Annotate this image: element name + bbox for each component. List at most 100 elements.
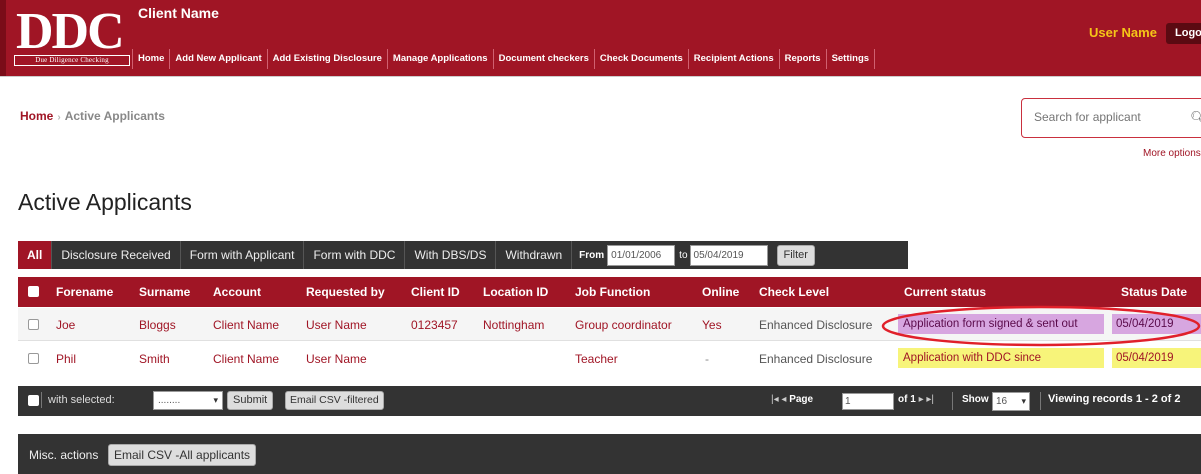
top-header: DDC Due Diligence Checking Client Name H… — [0, 0, 1201, 76]
from-label: From — [579, 249, 605, 261]
cell-forename[interactable]: Joe — [56, 318, 75, 332]
to-label: to — [679, 249, 688, 261]
page-count-label: of 1 ▸ ▸| — [898, 394, 934, 405]
cell-online: - — [705, 352, 709, 366]
main-nav: Home Add New Applicant Add Existing Disc… — [132, 49, 876, 69]
pager-first-prev-icon[interactable]: |◂ ◂ — [771, 394, 786, 405]
tab-form-with-ddc[interactable]: Form with DDC — [304, 241, 406, 269]
user-name[interactable]: User Name — [1089, 25, 1157, 40]
col-location-id[interactable]: Location ID — [483, 285, 548, 299]
col-account[interactable]: Account — [213, 285, 261, 299]
bulk-action-select[interactable]: ........ ▾ — [153, 391, 223, 410]
cell-surname[interactable]: Bloggs — [139, 318, 176, 332]
cell-status-date: 05/04/2019 — [1112, 348, 1201, 368]
select-all-checkbox[interactable] — [28, 286, 39, 297]
cell-check-level: Enhanced Disclosure — [759, 352, 873, 366]
row-checkbox[interactable] — [28, 353, 39, 364]
status-tabs-bar: All Disclosure Received Form with Applic… — [18, 241, 908, 269]
cell-account: Client Name — [213, 318, 280, 332]
nav-home[interactable]: Home — [132, 49, 171, 69]
cell-surname[interactable]: Smith — [139, 352, 170, 366]
email-csv-all-button[interactable]: Email CSV -All applicants — [108, 444, 257, 466]
col-status-date[interactable]: Status Date — [1121, 285, 1187, 299]
header-divider — [0, 76, 1201, 77]
logout-button[interactable]: Logou — [1166, 23, 1201, 44]
nav-manage-applications[interactable]: Manage Applications — [388, 49, 494, 69]
client-name: Client Name — [138, 5, 219, 21]
col-job-function[interactable]: Job Function — [575, 285, 650, 299]
cell-current-status: Application with DDC since — [898, 348, 1104, 368]
nav-document-checkers[interactable]: Document checkers — [494, 49, 595, 69]
from-date-input[interactable]: 01/01/2006 — [607, 244, 676, 266]
logo-text: DDC — [16, 3, 125, 60]
nav-check-documents[interactable]: Check Documents — [595, 49, 689, 69]
misc-actions-label: Misc. actions — [29, 448, 99, 462]
tab-with-dbs-ds[interactable]: With DBS/DS — [405, 241, 497, 269]
search-input[interactable] — [1034, 110, 1174, 124]
logo-subtitle: Due Diligence Checking — [14, 55, 130, 66]
divider — [1040, 392, 1041, 410]
cell-status-date: 05/04/2019 — [1112, 314, 1201, 334]
viewing-records-label: Viewing records 1 - 2 of 2 — [1048, 393, 1181, 405]
submit-button[interactable]: Submit — [227, 391, 274, 410]
caret-down-icon: ▾ — [213, 395, 218, 405]
breadcrumb: Home › Active Applicants — [20, 109, 165, 123]
cell-forename[interactable]: Phil — [56, 352, 76, 366]
pager-prev[interactable]: |◂ ◂ Page — [771, 394, 813, 405]
cell-job-function: Group coordinator — [575, 318, 672, 332]
col-client-id[interactable]: Client ID — [411, 285, 460, 299]
tab-all[interactable]: All — [18, 241, 53, 269]
of-label: of 1 — [898, 394, 916, 405]
cell-client-id: 0123457 — [411, 318, 458, 332]
nav-add-existing-disclosure[interactable]: Add Existing Disclosure — [268, 49, 388, 69]
to-date-input[interactable]: 05/04/2019 — [689, 244, 768, 266]
nav-settings[interactable]: Settings — [827, 49, 876, 69]
breadcrumb-current: Active Applicants — [64, 109, 165, 123]
cell-requested-by: User Name — [306, 318, 367, 332]
more-options-link[interactable]: More options — [1143, 148, 1201, 159]
row-checkbox[interactable] — [28, 319, 39, 330]
page-size-select[interactable]: 16 ▾ — [992, 392, 1030, 411]
col-requested-by[interactable]: Requested by — [306, 285, 385, 299]
page-number-input[interactable]: 1 — [842, 393, 894, 410]
nav-add-new-applicant[interactable]: Add New Applicant — [170, 49, 268, 69]
show-label: Show — [962, 394, 989, 405]
bulk-actions-bar: with selected: ........ ▾ Submit Email CS… — [18, 386, 1201, 416]
ddc-logo[interactable]: DDC Due Diligence Checking — [14, 3, 130, 66]
col-current-status[interactable]: Current status — [904, 285, 986, 299]
misc-actions-bar: Misc. actions Email CSV -All applicants — [18, 434, 1201, 474]
nav-reports[interactable]: Reports — [780, 49, 827, 69]
with-selected-label: with selected: — [41, 392, 115, 408]
pager-next-last-icon[interactable]: ▸ ▸| — [919, 394, 934, 405]
select-all-footer-checkbox[interactable] — [28, 395, 39, 406]
search-box: 🔍︎ — [1021, 98, 1201, 138]
cell-current-status: Application form signed & sent out — [898, 314, 1104, 334]
table-row[interactable]: Joe Bloggs Client Name User Name 0123457… — [18, 308, 1201, 341]
cell-job-function: Teacher — [575, 352, 618, 366]
page-title: Active Applicants — [18, 189, 192, 215]
table-header: Forename Surname Account Requested by Cl… — [18, 277, 1201, 307]
caret-down-icon: ▾ — [1021, 396, 1026, 406]
breadcrumb-separator: › — [57, 112, 61, 123]
breadcrumb-home[interactable]: Home — [20, 109, 53, 123]
table-row[interactable]: Phil Smith Client Name User Name Teacher… — [18, 342, 1201, 375]
filter-button[interactable]: Filter — [776, 244, 815, 266]
divider — [952, 392, 953, 410]
cell-account: Client Name — [213, 352, 280, 366]
email-csv-filtered-button[interactable]: Email CSV -filtered — [285, 391, 384, 410]
col-check-level[interactable]: Check Level — [759, 285, 829, 299]
tab-form-with-applicant[interactable]: Form with Applicant — [181, 241, 305, 269]
page-size-value: 16 — [996, 396, 1008, 407]
col-forename[interactable]: Forename — [56, 285, 113, 299]
bulk-action-value: ........ — [158, 395, 181, 406]
tab-withdrawn[interactable]: Withdrawn — [496, 241, 573, 269]
cell-location-id: Nottingham — [483, 318, 545, 332]
col-surname[interactable]: Surname — [139, 285, 190, 299]
nav-recipient-actions[interactable]: Recipient Actions — [689, 49, 780, 69]
cell-check-level: Enhanced Disclosure — [759, 318, 873, 332]
cell-requested-by: User Name — [306, 352, 367, 366]
cell-online: Yes — [702, 318, 722, 332]
tab-disclosure-received[interactable]: Disclosure Received — [52, 241, 181, 269]
col-online[interactable]: Online — [702, 285, 739, 299]
search-icon[interactable]: 🔍︎ — [1190, 110, 1201, 126]
